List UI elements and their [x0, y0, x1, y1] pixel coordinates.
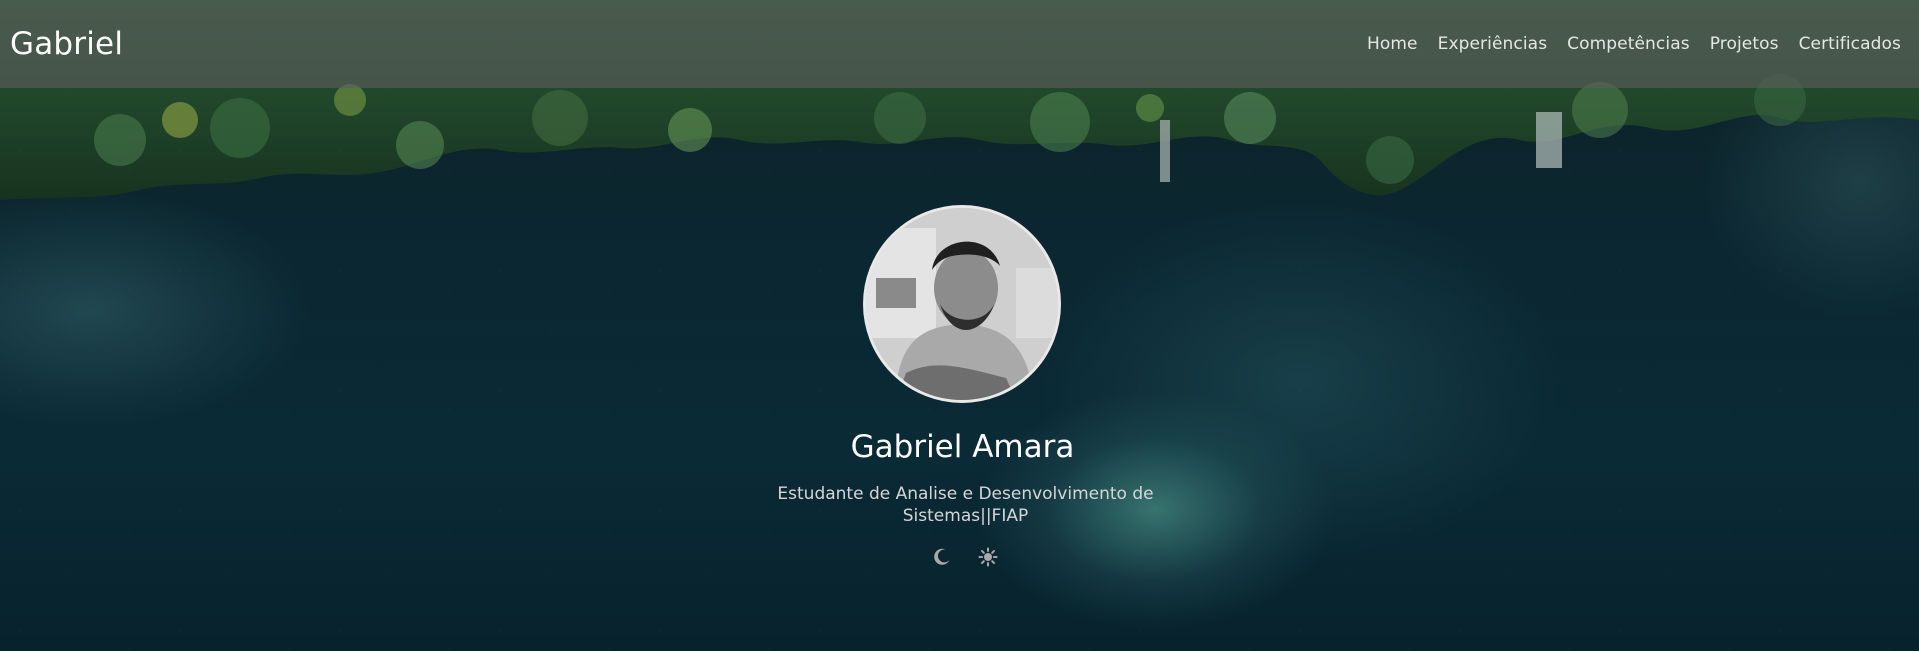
profile-subtitle: Estudante de Analise e Desenvolvimento d… — [777, 484, 1154, 526]
profile-section: Gabriel Amara Estudante de Analise e Des… — [0, 205, 1919, 569]
nav-link-home[interactable]: Home — [1367, 34, 1418, 54]
sun-icon[interactable] — [976, 545, 1000, 569]
nav-link-experiencias[interactable]: Experiências — [1438, 34, 1548, 54]
brand-logo[interactable]: Gabriel — [10, 26, 123, 62]
nav-link-certificados[interactable]: Certificados — [1799, 34, 1901, 54]
top-navbar: Gabriel Home Experiências Competências P… — [0, 0, 1919, 88]
profile-name: Gabriel Amara — [850, 429, 1075, 465]
nav-links: Home Experiências Competências Projetos … — [1347, 34, 1901, 54]
theme-toggles — [930, 545, 1000, 569]
nav-link-competencias[interactable]: Competências — [1567, 34, 1690, 54]
avatar-photo — [865, 208, 1058, 400]
moon-icon[interactable] — [930, 545, 954, 569]
avatar — [862, 205, 1061, 403]
nav-link-projetos[interactable]: Projetos — [1710, 34, 1779, 54]
